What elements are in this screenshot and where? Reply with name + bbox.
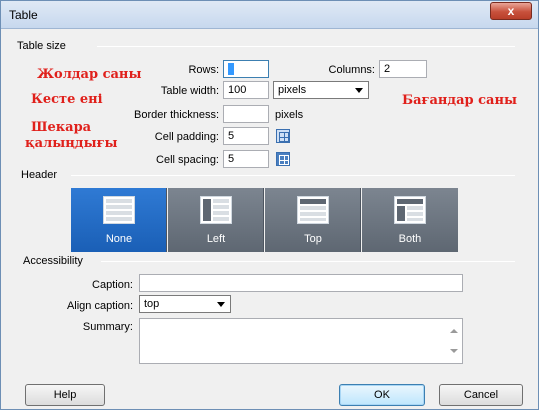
header-top-label: Top [304, 233, 322, 245]
width-unit-value: pixels [278, 84, 307, 96]
table-width-input[interactable]: 100 [223, 81, 269, 99]
header-both-label: Both [398, 233, 422, 245]
annotation-rows: Жолдар саны [37, 67, 142, 82]
scroll-down-icon [450, 349, 458, 353]
close-icon: x [507, 4, 515, 18]
chevron-down-icon [217, 302, 225, 307]
annotation-border-1: Шекара [31, 120, 92, 135]
caption-input[interactable] [139, 274, 463, 292]
align-caption-value: top [144, 298, 160, 310]
dialog-body: Table size Rows: 3 Columns: 2 Table widt… [9, 31, 530, 406]
columns-label: Columns: [328, 64, 375, 76]
divider [101, 261, 515, 262]
header-left-button[interactable]: Left [168, 188, 264, 252]
table-left-icon [200, 196, 232, 224]
table-size-section-label: Table size [17, 40, 70, 52]
header-none-button[interactable]: None [71, 188, 167, 252]
summary-label: Summary: [82, 321, 133, 333]
rows-input[interactable]: 3 [223, 60, 269, 78]
header-section-label: Header [21, 169, 62, 181]
cell-spacing-icon [276, 152, 290, 166]
cancel-button[interactable]: Cancel [439, 384, 523, 406]
columns-input[interactable]: 2 [379, 60, 427, 78]
caption-label: Caption: [92, 279, 133, 291]
scroll-up-icon [450, 329, 458, 333]
header-both-button[interactable]: Both [362, 188, 458, 252]
divider [97, 46, 515, 47]
help-button[interactable]: Help [25, 384, 105, 406]
align-caption-label: Align caption: [66, 300, 133, 312]
table-both-icon [394, 196, 426, 224]
cell-padding-input[interactable]: 5 [223, 127, 269, 145]
accessibility-section-label: Accessibility [23, 255, 87, 267]
table-none-icon [103, 196, 135, 224]
annotation-width: Кесте ені [31, 92, 103, 107]
annotation-border-2: қалыңдығы [25, 136, 118, 151]
header-none-label: None [105, 233, 133, 245]
divider [71, 175, 515, 176]
header-options: None Left Top Both [71, 188, 459, 252]
text-cursor [228, 63, 234, 76]
table-top-icon [297, 196, 329, 224]
ok-button[interactable]: OK [339, 384, 425, 406]
table-dialog: Table x Table size Rows: 3 Columns: 2 Ta… [0, 0, 539, 410]
align-caption-select[interactable]: top [139, 295, 231, 313]
cell-spacing-input[interactable]: 5 [223, 150, 269, 168]
rows-label: Rows: [188, 64, 219, 76]
summary-scrollbar[interactable] [445, 319, 462, 363]
cell-spacing-label: Cell spacing: [156, 154, 219, 166]
width-unit-select[interactable]: pixels [273, 81, 369, 99]
summary-textarea[interactable] [139, 318, 463, 364]
cell-padding-label: Cell padding: [154, 131, 219, 143]
header-left-label: Left [206, 233, 226, 245]
header-top-button[interactable]: Top [265, 188, 361, 252]
annotation-columns: Бағандар саны [402, 93, 518, 108]
dialog-title: Table [9, 8, 38, 22]
border-thickness-label: Border thickness: [134, 109, 219, 121]
cell-padding-icon [276, 129, 290, 143]
close-button[interactable]: x [490, 2, 532, 20]
title-bar: Table x [1, 1, 538, 29]
chevron-down-icon [355, 88, 363, 93]
border-thickness-input[interactable] [223, 105, 269, 123]
table-width-label: Table width: [160, 85, 219, 97]
border-unit-label: pixels [275, 109, 304, 121]
